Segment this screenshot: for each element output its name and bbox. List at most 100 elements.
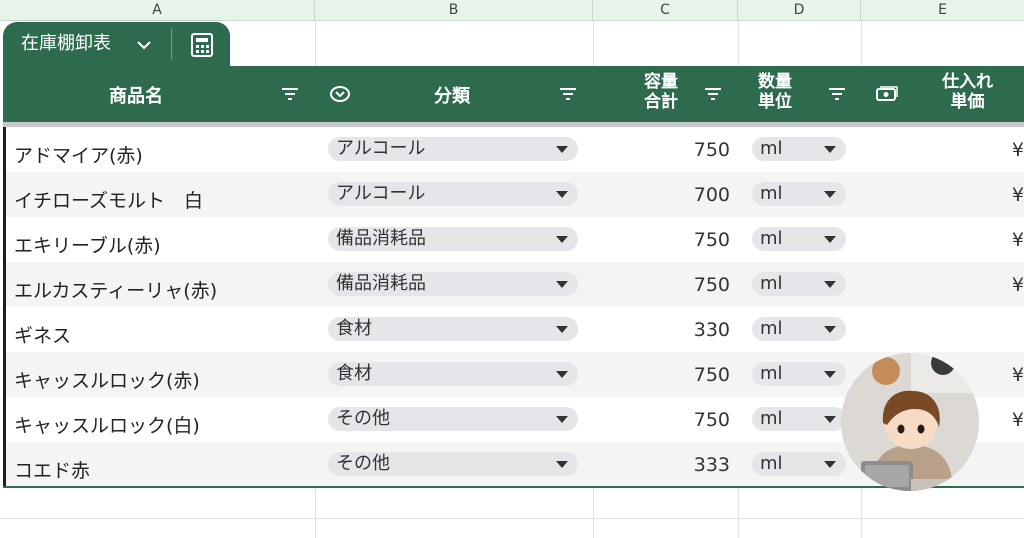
grid-line bbox=[738, 20, 739, 66]
column-header-c[interactable]: C bbox=[593, 0, 738, 20]
unit-value: ml bbox=[760, 138, 783, 159]
currency-type-icon bbox=[875, 85, 899, 107]
volume-cell[interactable]: 330 bbox=[694, 319, 730, 341]
table-row: エキリーブル(赤) 備品消耗品 750 ml ¥ bbox=[6, 217, 1024, 262]
category-value: アルコール bbox=[336, 183, 426, 204]
column-header-e[interactable]: E bbox=[861, 0, 1024, 20]
calculator-icon[interactable] bbox=[189, 32, 215, 62]
category-chip[interactable]: 備品消耗品 bbox=[328, 227, 578, 251]
avatar-watermark bbox=[841, 353, 979, 491]
caret-down-icon[interactable] bbox=[824, 461, 836, 468]
product-name-cell[interactable]: キャッスルロック(赤) bbox=[14, 366, 200, 393]
table-name[interactable]: 在庫棚卸表 bbox=[21, 22, 111, 66]
filter-icon[interactable] bbox=[827, 86, 847, 106]
filter-icon[interactable] bbox=[558, 86, 578, 106]
product-name-cell[interactable]: コエド赤 bbox=[14, 456, 90, 483]
column-header-d[interactable]: D bbox=[738, 0, 861, 20]
caret-down-icon[interactable] bbox=[824, 236, 836, 243]
category-value: アルコール bbox=[336, 138, 426, 159]
volume-cell[interactable]: 750 bbox=[694, 229, 730, 251]
product-name-cell[interactable]: アドマイア(赤) bbox=[14, 141, 143, 168]
caret-down-icon[interactable] bbox=[556, 371, 568, 378]
unit-value: ml bbox=[760, 363, 783, 384]
unit-chip[interactable]: ml bbox=[752, 317, 846, 341]
category-value: 備品消耗品 bbox=[336, 228, 426, 249]
unit-chip[interactable]: ml bbox=[752, 362, 846, 386]
header-category[interactable]: 分類 bbox=[434, 82, 470, 108]
category-value: 食材 bbox=[336, 318, 372, 339]
filter-icon[interactable] bbox=[280, 86, 300, 106]
grid-line bbox=[593, 488, 594, 538]
unit-chip[interactable]: ml bbox=[752, 452, 846, 476]
category-chip[interactable]: その他 bbox=[328, 407, 578, 431]
header-price[interactable]: 仕入れ 単価 bbox=[942, 72, 993, 112]
dropdown-type-icon bbox=[329, 85, 351, 107]
table-bottom-border bbox=[3, 486, 1024, 488]
caret-down-icon[interactable] bbox=[824, 281, 836, 288]
filter-icon[interactable] bbox=[703, 86, 723, 106]
caret-down-icon[interactable] bbox=[556, 146, 568, 153]
price-cell[interactable]: ¥ bbox=[1012, 184, 1024, 206]
grid-line bbox=[0, 518, 1024, 519]
grid-line bbox=[738, 488, 739, 538]
unit-chip[interactable]: ml bbox=[752, 272, 846, 296]
product-name-cell[interactable]: キャッスルロック(白) bbox=[14, 411, 200, 438]
category-chip[interactable]: 食材 bbox=[328, 317, 578, 341]
volume-cell[interactable]: 750 bbox=[694, 364, 730, 386]
caret-down-icon[interactable] bbox=[556, 236, 568, 243]
product-name-cell[interactable]: エルカスティーリャ(赤) bbox=[14, 276, 217, 303]
price-cell[interactable]: ¥ bbox=[1012, 139, 1024, 161]
column-header-b[interactable]: B bbox=[315, 0, 593, 20]
volume-cell[interactable]: 750 bbox=[694, 409, 730, 431]
product-name-cell[interactable]: ギネス bbox=[14, 321, 71, 348]
header-unit[interactable]: 数量 単位 bbox=[758, 72, 792, 112]
table-row: イチローズモルト 白 アルコール 700 ml ¥ bbox=[6, 172, 1024, 217]
header-volume-line1: 容量 bbox=[644, 72, 678, 92]
header-unit-line1: 数量 bbox=[758, 72, 792, 92]
header-product-name[interactable]: 商品名 bbox=[109, 82, 163, 108]
chevron-down-icon[interactable] bbox=[136, 37, 152, 56]
price-cell[interactable]: ¥ bbox=[1012, 364, 1024, 386]
unit-chip[interactable]: ml bbox=[752, 227, 846, 251]
price-cell[interactable]: ¥ bbox=[1012, 274, 1024, 296]
caret-down-icon[interactable] bbox=[824, 371, 836, 378]
volume-cell[interactable]: 700 bbox=[694, 184, 730, 206]
unit-value: ml bbox=[760, 228, 783, 249]
caret-down-icon[interactable] bbox=[556, 326, 568, 333]
category-chip[interactable]: アルコール bbox=[328, 182, 578, 206]
watermark-credit: ©tsuchilog bbox=[892, 499, 942, 509]
category-chip[interactable]: 備品消耗品 bbox=[328, 272, 578, 296]
caret-down-icon[interactable] bbox=[824, 191, 836, 198]
product-name-cell[interactable]: エキリーブル(赤) bbox=[14, 231, 161, 258]
caret-down-icon[interactable] bbox=[824, 326, 836, 333]
grid-line bbox=[861, 488, 862, 538]
column-header-a[interactable]: A bbox=[0, 0, 315, 20]
category-chip[interactable]: 食材 bbox=[328, 362, 578, 386]
caret-down-icon[interactable] bbox=[556, 191, 568, 198]
price-cell[interactable]: ¥ bbox=[1012, 229, 1024, 251]
unit-chip[interactable]: ml bbox=[752, 407, 846, 431]
category-chip[interactable]: その他 bbox=[328, 452, 578, 476]
caret-down-icon[interactable] bbox=[824, 416, 836, 423]
price-cell[interactable]: ¥ bbox=[1012, 409, 1024, 431]
category-value: 備品消耗品 bbox=[336, 273, 426, 294]
unit-chip[interactable]: ml bbox=[752, 137, 846, 161]
table-row: アドマイア(赤) アルコール 750 ml ¥ bbox=[6, 127, 1024, 172]
caret-down-icon[interactable] bbox=[556, 416, 568, 423]
caret-down-icon[interactable] bbox=[556, 461, 568, 468]
product-name-cell[interactable]: イチローズモルト 白 bbox=[14, 186, 203, 213]
unit-chip[interactable]: ml bbox=[752, 182, 846, 206]
header-unit-line2: 単位 bbox=[758, 92, 792, 112]
table-left-border bbox=[3, 127, 6, 487]
table-name-tab[interactable]: 在庫棚卸表 bbox=[3, 22, 230, 66]
volume-cell[interactable]: 333 bbox=[694, 454, 730, 476]
table-header-row: 商品名 分類 容量 合計 数量 単位 仕入れ 単価 bbox=[3, 66, 1024, 122]
header-volume[interactable]: 容量 合計 bbox=[644, 72, 678, 112]
avatar-illustration bbox=[841, 353, 979, 491]
volume-cell[interactable]: 750 bbox=[694, 139, 730, 161]
category-chip[interactable]: アルコール bbox=[328, 137, 578, 161]
caret-down-icon[interactable] bbox=[824, 146, 836, 153]
header-price-line1: 仕入れ bbox=[942, 72, 993, 92]
volume-cell[interactable]: 750 bbox=[694, 274, 730, 296]
caret-down-icon[interactable] bbox=[556, 281, 568, 288]
